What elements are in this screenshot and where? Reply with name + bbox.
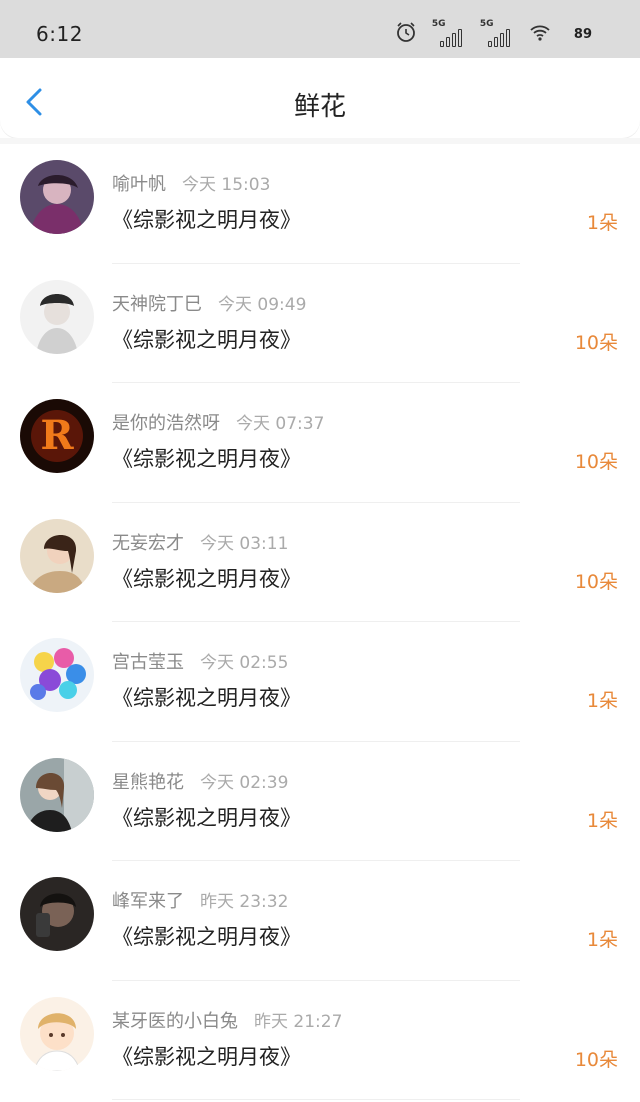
avatar[interactable] (20, 757, 94, 832)
work-title: 《综影视之明月夜》 (112, 805, 301, 830)
nav-bar: 鲜花 (0, 58, 640, 138)
user-name[interactable]: 星熊艳花 今天 02:39 (112, 768, 288, 794)
flower-count: 10朵 (574, 1048, 618, 1071)
work-title: 《综影视之明月夜》 (112, 925, 301, 949)
timestamp: 今天 02:55 (200, 653, 289, 673)
wifi-icon (528, 20, 552, 48)
timestamp: 今天 03:11 (200, 533, 289, 554)
work-title: 《综影视之明月夜》 (112, 686, 301, 710)
user-name[interactable]: 无妄宏才 今天 03:11 (112, 529, 288, 555)
flower-count: 10朵 (574, 570, 618, 593)
avatar[interactable]: R (20, 399, 94, 473)
flower-list: 喻叶帆 今天 15:03 《综影视之明月夜》 1朵 天神院丁巳 今天 09:49 《… (0, 144, 640, 1100)
timestamp: 今天 09:49 (218, 294, 307, 315)
flower-count: 10朵 (574, 451, 618, 473)
flower-count: 1朵 (586, 929, 618, 951)
avatar[interactable] (20, 518, 94, 593)
status-bar: 6:12 5G 5G 89 (0, 0, 640, 58)
user-name[interactable]: 喻叶帆 今天 15:03 (112, 170, 270, 196)
svg-text:R: R (40, 412, 74, 459)
flower-count: 10朵 (574, 331, 618, 354)
avatar[interactable] (20, 279, 94, 354)
signal-5g-icon: 5G (432, 19, 466, 49)
list-item[interactable]: 天神院丁巳 今天 09:49 《综影视之明月夜》 10朵 (0, 264, 640, 383)
timestamp: 今天 02:39 (200, 772, 289, 793)
timestamp: 今天 07:37 (236, 414, 325, 434)
avatar[interactable] (20, 996, 94, 1071)
timestamp: 昨天 23:32 (200, 892, 289, 912)
signal-5g-icon: 5G (480, 19, 514, 49)
list-item[interactable]: 某牙医的小白兔 昨天 21:27 《综影视之明月夜》 10朵 (0, 981, 640, 1100)
timestamp: 昨天 21:27 (254, 1011, 343, 1032)
page-title: 鲜花 (293, 92, 346, 122)
divider (112, 1099, 520, 1100)
flower-count: 1朵 (586, 690, 618, 712)
work-title: 《综影视之明月夜》 (112, 327, 301, 352)
flower-count: 1朵 (586, 212, 618, 234)
status-icons: 5G 5G 89 (394, 17, 601, 51)
list-item[interactable]: 星熊艳花 今天 02:39 《综影视之明月夜》 1朵 (0, 742, 640, 861)
user-name[interactable]: 峰军来了 昨天 23:32 (112, 887, 288, 913)
alarm-icon (394, 20, 418, 48)
avatar[interactable] (20, 160, 94, 234)
avatar[interactable] (20, 877, 94, 951)
work-title: 《综影视之明月夜》 (112, 1044, 301, 1069)
timestamp: 今天 15:03 (182, 175, 271, 195)
user-name[interactable]: 是你的浩然呀 今天 07:37 (112, 409, 324, 435)
user-name[interactable]: 天神院丁巳 今天 09:49 (112, 290, 306, 316)
avatar[interactable] (20, 638, 94, 712)
list-item[interactable]: 无妄宏才 今天 03:11 《综影视之明月夜》 10朵 (0, 503, 640, 622)
list-item[interactable]: 宫古莹玉 今天 02:55 《综影视之明月夜》 1朵 (0, 622, 640, 742)
work-title: 《综影视之明月夜》 (112, 566, 301, 591)
list-item[interactable]: R 是你的浩然呀 今天 07:37 《综影视之明月夜》 10朵 (0, 383, 640, 503)
status-time: 6:12 (36, 22, 83, 46)
work-title: 《综影视之明月夜》 (112, 208, 301, 232)
flower-count: 1朵 (586, 809, 618, 832)
user-name[interactable]: 宫古莹玉 今天 02:55 (112, 648, 288, 674)
battery-icon: 89 (565, 25, 601, 44)
work-title: 《综影视之明月夜》 (112, 447, 301, 471)
list-item[interactable]: 峰军来了 昨天 23:32 《综影视之明月夜》 1朵 (0, 861, 640, 981)
user-name[interactable]: 某牙医的小白兔 昨天 21:27 (112, 1007, 342, 1033)
list-item[interactable]: 喻叶帆 今天 15:03 《综影视之明月夜》 1朵 (0, 144, 640, 264)
